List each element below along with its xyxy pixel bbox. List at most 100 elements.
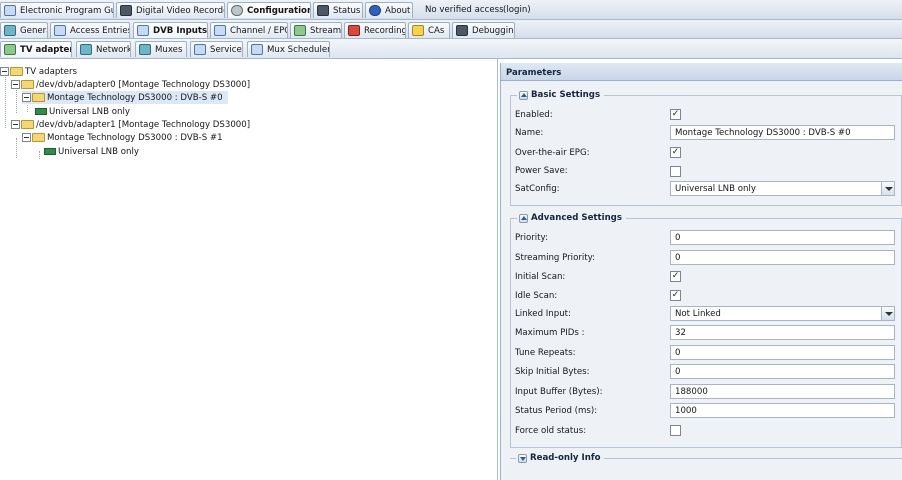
- services-icon: [194, 44, 206, 55]
- status-period-label: Status Period (ms):: [515, 406, 598, 416]
- tab-configuration[interactable]: Configuration: [227, 2, 311, 18]
- tree-node-lnb0[interactable]: Universal LNB only: [35, 105, 130, 118]
- tab-dvb-inputs[interactable]: DVB Inputs: [133, 22, 208, 38]
- tab-dvr[interactable]: Digital Video Recorder: [116, 2, 225, 18]
- status-period-field[interactable]: 1000: [670, 403, 895, 418]
- tab-debugging[interactable]: Debugging: [452, 22, 515, 38]
- readonly-info-fieldset: Read-only Info: [510, 453, 902, 480]
- tree-node-root[interactable]: TV adapters: [0, 65, 77, 78]
- tab-access-entries[interactable]: Access Entries: [50, 22, 130, 38]
- folder-icon: [10, 67, 23, 76]
- folder-icon: [21, 120, 34, 129]
- info-icon: [369, 5, 381, 16]
- access-icon: [54, 25, 66, 36]
- folder-icon: [32, 133, 45, 142]
- lnb-icon: [35, 108, 47, 115]
- status-icon: [317, 5, 329, 16]
- max-pids-field[interactable]: 32: [670, 325, 895, 340]
- collapse-icon[interactable]: [11, 80, 20, 89]
- tab-general[interactable]: General: [0, 22, 48, 38]
- tree-line: [39, 151, 40, 159]
- network-icon: [80, 44, 92, 55]
- basic-settings-legend[interactable]: Basic Settings: [517, 90, 605, 100]
- recording-icon: [348, 25, 360, 36]
- folder-icon: [32, 93, 45, 102]
- tree-node-frontend0[interactable]: Montage Technology DS3000 : DVB-S #0: [22, 91, 228, 104]
- readonly-info-legend[interactable]: Read-only Info: [516, 453, 605, 463]
- initial-scan-checkbox[interactable]: ✓: [670, 271, 681, 282]
- satconfig-label: SatConfig:: [515, 184, 560, 194]
- dropdown-arrow-icon[interactable]: [881, 307, 894, 320]
- access-status: No verified access: [425, 5, 504, 15]
- tune-repeats-label: Tune Repeats:: [515, 348, 576, 358]
- adapter-icon: [4, 44, 16, 55]
- tab-epg[interactable]: Electronic Program Guide: [0, 2, 114, 18]
- advanced-settings-legend[interactable]: Advanced Settings: [517, 213, 626, 223]
- tab-tv-adapters[interactable]: TV adapters: [0, 41, 72, 57]
- tree-node-frontend1[interactable]: Montage Technology DS3000 : DVB-S #1: [22, 131, 223, 144]
- input-buffer-field[interactable]: 188000: [670, 384, 895, 399]
- tab-channel-epg[interactable]: Channel / EPG: [210, 22, 288, 38]
- login-link[interactable]: (login): [503, 5, 531, 15]
- tree-node-lnb1[interactable]: Universal LNB only: [44, 145, 139, 158]
- priority-label: Priority:: [515, 233, 548, 243]
- tree-node-adapter1[interactable]: /dev/dvb/adapter1 [Montage Technology DS…: [11, 118, 250, 131]
- tab-muxes[interactable]: Muxes: [135, 41, 187, 57]
- tab-about[interactable]: About: [365, 2, 413, 18]
- collapse-arrow-icon[interactable]: [519, 90, 528, 100]
- force-old-status-checkbox[interactable]: [670, 425, 681, 436]
- adapter-tree: TV adapters /dev/dvb/adapter0 [Montage T…: [0, 59, 498, 480]
- linked-input-label: Linked Input:: [515, 309, 571, 319]
- tab-recording[interactable]: Recording: [344, 22, 406, 38]
- skip-initial-bytes-label: Skip Initial Bytes:: [515, 367, 590, 377]
- power-save-label: Power Save:: [515, 166, 568, 176]
- key-icon: [412, 25, 424, 36]
- idle-scan-checkbox[interactable]: ✓: [670, 290, 681, 301]
- recorder-icon: [120, 5, 132, 16]
- priority-field[interactable]: 0: [670, 230, 895, 245]
- collapse-icon[interactable]: [22, 133, 31, 142]
- max-pids-label: Maximum PIDs :: [515, 328, 585, 338]
- power-save-checkbox[interactable]: [670, 166, 681, 177]
- dvb-tab-bar: TV adapters Networks Muxes Services Mux …: [0, 39, 902, 59]
- collapse-arrow-icon[interactable]: [519, 213, 528, 223]
- enabled-label: Enabled:: [515, 110, 553, 120]
- tree-line: [16, 138, 17, 158]
- channel-icon: [214, 25, 226, 36]
- name-label: Name:: [515, 128, 544, 138]
- tab-status[interactable]: Status: [313, 2, 363, 18]
- config-tab-bar: General Access Entries DVB Inputs Channe…: [0, 20, 902, 39]
- satconfig-select[interactable]: Universal LNB only: [670, 181, 895, 196]
- panel-title: Parameters: [501, 63, 902, 81]
- general-icon: [4, 25, 16, 36]
- expand-arrow-icon[interactable]: [518, 453, 527, 463]
- force-old-status-label: Force old status:: [515, 426, 587, 436]
- enabled-checkbox[interactable]: ✓: [670, 109, 681, 120]
- collapse-icon[interactable]: [22, 93, 31, 102]
- top-tab-bar: Electronic Program Guide Digital Video R…: [0, 0, 902, 20]
- tab-stream[interactable]: Stream: [290, 22, 342, 38]
- tree-node-adapter0[interactable]: /dev/dvb/adapter0 [Montage Technology DS…: [11, 78, 250, 91]
- tab-cas[interactable]: CAs: [408, 22, 450, 38]
- ota-epg-checkbox[interactable]: ✓: [670, 147, 681, 158]
- scheduler-icon: [251, 44, 263, 55]
- dvb-icon: [137, 25, 149, 36]
- streaming-priority-field[interactable]: 0: [670, 250, 895, 265]
- dropdown-arrow-icon[interactable]: [881, 182, 894, 195]
- tab-services[interactable]: Services: [190, 41, 243, 57]
- tune-repeats-field[interactable]: 0: [670, 345, 895, 360]
- name-field[interactable]: Montage Technology DS3000 : DVB-S #0: [670, 125, 895, 140]
- collapse-icon[interactable]: [11, 120, 20, 129]
- ota-epg-label: Over-the-air EPG:: [515, 148, 590, 158]
- stream-icon: [294, 25, 306, 36]
- bug-icon: [456, 25, 468, 36]
- linked-input-select[interactable]: Not Linked: [670, 306, 895, 321]
- idle-scan-label: Idle Scan:: [515, 291, 558, 301]
- collapse-icon[interactable]: [0, 67, 9, 76]
- mux-icon: [139, 44, 151, 55]
- initial-scan-label: Initial Scan:: [515, 272, 566, 282]
- skip-initial-bytes-field[interactable]: 0: [670, 364, 895, 379]
- tab-networks[interactable]: Networks: [76, 41, 131, 57]
- wrench-icon: [231, 5, 243, 16]
- tab-mux-schedulers[interactable]: Mux Schedulers: [247, 41, 330, 57]
